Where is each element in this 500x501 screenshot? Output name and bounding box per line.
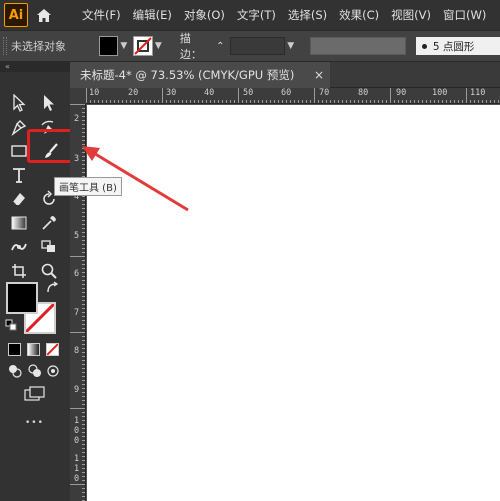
stroke-label: 描边： <box>179 32 202 61</box>
fill-swatch[interactable] <box>98 36 119 56</box>
ruler-label: 5 <box>74 231 80 241</box>
gradient-tool-icon[interactable] <box>8 212 30 234</box>
ruler-label: 0 <box>74 474 80 484</box>
puppet-warp-tool-icon[interactable] <box>8 236 30 258</box>
stroke-stepper-icon[interactable]: ⌃ <box>216 41 224 52</box>
menu-select[interactable]: 选择(S) <box>288 7 327 23</box>
artboard-canvas[interactable] <box>87 105 500 501</box>
shape-builder-tool-icon[interactable] <box>38 236 60 258</box>
document-tab-bar: 未标题-4* @ 73.53% (CMYK/GPU 预览) × <box>70 62 500 88</box>
document-tab-title: 未标题-4* @ 73.53% (CMYK/GPU 预览) <box>80 68 295 82</box>
ruler-label: 3 <box>74 154 80 164</box>
home-icon[interactable] <box>34 5 54 25</box>
close-icon[interactable]: × <box>314 68 324 82</box>
swap-colors-icon[interactable] <box>44 280 60 296</box>
draw-inside-icon[interactable] <box>44 362 62 380</box>
ruler-label: 90 <box>396 88 407 98</box>
menu-object[interactable]: 对象(O) <box>184 7 225 23</box>
document-tab[interactable]: 未标题-4* @ 73.53% (CMYK/GPU 预览) × <box>70 62 330 88</box>
stroke-weight-input[interactable] <box>230 37 286 55</box>
default-colors-icon[interactable] <box>4 318 18 332</box>
ruler-label: 60 <box>281 88 292 98</box>
ruler-label: 9 <box>74 385 80 395</box>
ruler-label: 100 <box>432 88 448 98</box>
draw-behind-icon[interactable] <box>26 362 44 380</box>
ruler-label: 7 <box>74 308 80 318</box>
round-brush-icon <box>421 43 427 49</box>
ruler-label: 6 <box>74 269 80 279</box>
ruler-label: 30 <box>166 88 177 98</box>
stroke-dropdown-chevron-icon[interactable]: ▼ <box>155 41 162 51</box>
brush-definition-select[interactable]: 5 点圆形 <box>415 37 500 55</box>
eyedropper-tool-icon[interactable] <box>38 212 60 234</box>
paintbrush-highlight <box>27 129 75 163</box>
menu-view[interactable]: 视图(V) <box>391 7 431 23</box>
app-logo: Ai <box>4 3 28 27</box>
menu-bar: Ai 文件(F) 编辑(E) 对象(O) 文字(T) 选择(S) 效果(C) 视… <box>0 0 500 30</box>
brush-definition-label: 5 点圆形 <box>432 40 475 53</box>
screen-mode-icon[interactable] <box>22 384 48 404</box>
ruler-label: 50 <box>243 88 254 98</box>
control-bar: 未选择对象 ▼ ▼ 描边： ⌃ ▼ 5 点圆形 <box>0 30 500 62</box>
ruler-label: 1 <box>74 416 80 426</box>
menu-edit[interactable]: 编辑(E) <box>133 7 172 23</box>
selection-tool-icon[interactable] <box>8 92 30 114</box>
fill-dropdown-chevron-icon[interactable]: ▼ <box>120 41 127 51</box>
ruler-label: 0 <box>74 436 80 446</box>
menu-effect[interactable]: 效果(C) <box>339 7 379 23</box>
ruler-label: 0 <box>74 426 80 436</box>
ruler-label: 1 <box>74 464 80 474</box>
eraser-tool-icon[interactable] <box>8 188 30 210</box>
ruler-label: 2 <box>74 114 80 124</box>
ruler-label: 8 <box>74 346 80 356</box>
menu-window[interactable]: 窗口(W) <box>443 7 486 23</box>
type-tool-icon[interactable] <box>8 164 30 186</box>
selection-status: 未选择对象 <box>10 40 66 53</box>
artboard-tool-icon[interactable] <box>8 260 30 282</box>
menu-type[interactable]: 文字(T) <box>237 7 276 23</box>
ruler-corner <box>70 88 86 104</box>
tool-tooltip: 画笔工具 (B) <box>54 177 122 196</box>
horizontal-ruler: 10 20 30 40 50 60 70 80 90 100 110 <box>86 88 500 104</box>
ruler-label: 70 <box>319 88 330 98</box>
ruler-label: 1 <box>74 454 80 464</box>
none-mode-button[interactable] <box>46 343 59 356</box>
stroke-swatch[interactable] <box>133 36 153 56</box>
gradient-mode-button[interactable] <box>27 343 40 356</box>
ruler-label: 80 <box>358 88 369 98</box>
direct-selection-tool-icon[interactable] <box>38 92 60 114</box>
draw-normal-icon[interactable] <box>6 362 24 380</box>
variable-width-profile[interactable] <box>310 37 406 55</box>
tools-panel: « ••• <box>0 62 70 501</box>
ruler-label: 40 <box>204 88 215 98</box>
ruler-label: 110 <box>470 88 486 98</box>
menu-file[interactable]: 文件(F) <box>82 7 121 23</box>
tools-panel-collapse[interactable]: « <box>0 62 70 72</box>
vertical-ruler: 2 3 4 5 6 7 8 9 1 0 0 1 1 0 <box>70 104 86 501</box>
edit-toolbar-icon[interactable]: ••• <box>25 418 44 428</box>
ruler-label: 20 <box>128 88 139 98</box>
fill-color-swatch[interactable] <box>6 282 38 314</box>
stroke-weight-chevron-icon[interactable]: ▼ <box>287 41 294 51</box>
control-bar-grip[interactable] <box>3 37 7 55</box>
zoom-tool-icon[interactable] <box>38 260 60 282</box>
menu-items: 文件(F) 编辑(E) 对象(O) 文字(T) 选择(S) 效果(C) 视图(V… <box>76 7 492 23</box>
ruler-label: 10 <box>89 88 100 98</box>
color-mode-button[interactable] <box>8 343 21 356</box>
